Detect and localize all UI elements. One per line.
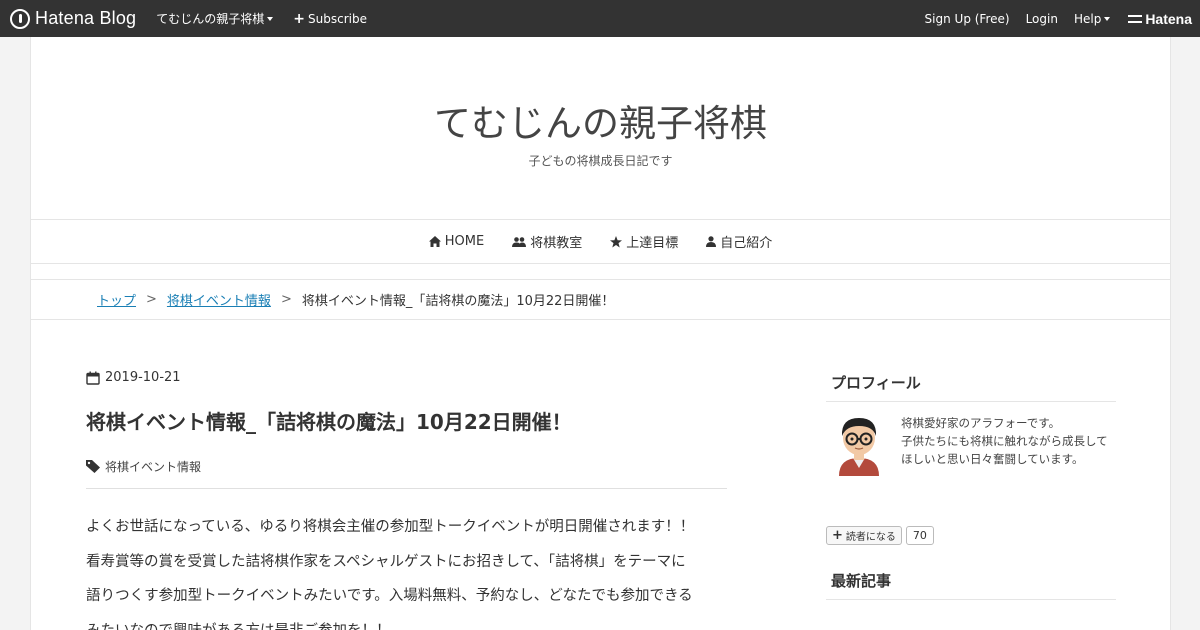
avatar[interactable]	[831, 412, 887, 476]
global-header: Hatena Blog てむじんの親子将棋 + Subscribe Sign U…	[0, 0, 1200, 37]
user-icon	[706, 236, 717, 247]
tag-icon	[86, 460, 100, 473]
entry-title[interactable]: 将棋イベント情報_「詰将棋の魔法」10月22日開催！	[86, 406, 727, 435]
blog-title[interactable]: てむじんの親子将棋	[31, 93, 1170, 147]
star-icon	[610, 235, 623, 247]
profile-text: 将棋愛好家のアラフォーです。 子供たちにも将棋に触れながら成長して ほしいと思い…	[901, 414, 1108, 476]
hatena-logo-text: Hatena	[1145, 10, 1192, 27]
nav-home-label: HOME	[444, 234, 485, 249]
profile-line: 将棋愛好家のアラフォーです。	[901, 416, 1061, 430]
breadcrumb-separator: >	[146, 292, 157, 307]
entry-body-line: 語りつくす参加型トークイベントみたいです。入場料無料、予約なし、どなたでも参加で…	[86, 588, 693, 604]
entry-body-line: よくお世話になっている、ゆるり将棋会主催の参加型トークイベントが明日開催されます…	[86, 519, 695, 535]
profile-widget-title: プロフィール	[826, 372, 1116, 402]
nav-classroom[interactable]: 将棋教室	[512, 232, 582, 251]
hatena-blog-icon	[10, 8, 30, 29]
profile-widget: 将棋愛好家のアラフォーです。 子供たちにも将棋に触れながら成長して ほしいと思い…	[831, 412, 1116, 476]
blog-description: 子どもの将棋成長日記です	[528, 154, 673, 168]
follower-count[interactable]: 70	[905, 526, 934, 545]
entry-body: よくお世話になっている、ゆるり将棋会主催の参加型トークイベントが明日開催されます…	[86, 510, 727, 630]
blog-menu[interactable]: てむじんの親子将棋	[156, 10, 274, 27]
nav-goal-label: 上達目標	[626, 236, 679, 251]
entry-date[interactable]: 2019-10-21	[86, 370, 181, 385]
caret-down-icon	[1104, 16, 1111, 21]
recent-widget-title: 最新記事	[826, 570, 1116, 600]
profile-line: ほしいと思い日々奮闘しています。	[901, 452, 1084, 466]
breadcrumb-current: 将棋イベント情報_「詰将棋の魔法」10月22日開催！	[301, 294, 615, 309]
follow-area: + 読者になる 70	[826, 526, 934, 545]
plus-icon: +	[832, 528, 843, 543]
calendar-icon	[86, 371, 100, 385]
blog-menu-label: てむじんの親子将棋	[156, 12, 265, 26]
nav-classroom-label: 将棋教室	[530, 236, 583, 251]
entry-category[interactable]: 将棋イベント情報	[86, 458, 201, 475]
hatena-blog-logo[interactable]: Hatena Blog	[10, 8, 136, 29]
help-label: Help	[1073, 11, 1102, 26]
home-icon	[428, 236, 441, 247]
profile-line: 子供たちにも将棋に触れながら成長して	[901, 434, 1108, 448]
nav-home[interactable]: HOME	[428, 234, 485, 249]
blog-page: てむじんの親子将棋 子どもの将棋成長日記です HOME 将棋教室 上達目標 自己…	[30, 37, 1171, 630]
global-nav: HOME 将棋教室 上達目標 自己紹介	[31, 219, 1170, 264]
topbar-right: Sign Up (Free) Login Help Hatena	[909, 11, 1192, 27]
breadcrumb-category[interactable]: 将棋イベント情報	[167, 290, 271, 309]
hatena-logo[interactable]: Hatena	[1128, 11, 1192, 27]
nav-spacer	[31, 264, 1170, 280]
brand-text: Hatena Blog	[35, 8, 137, 28]
signup-link[interactable]: Sign Up (Free)	[925, 12, 1010, 26]
caret-down-icon	[267, 16, 274, 21]
subscribe-button[interactable]: + Subscribe	[293, 11, 367, 27]
breadcrumb: トップ > 将棋イベント情報 > 将棋イベント情報_「詰将棋の魔法」10月22日…	[31, 280, 1170, 320]
nav-goal[interactable]: 上達目標	[610, 232, 678, 251]
entry-date-label: 2019-10-21	[105, 370, 181, 385]
breadcrumb-separator: >	[280, 292, 292, 307]
blog-header: てむじんの親子将棋 子どもの将棋成長日記です	[31, 37, 1170, 219]
entry-body-line: 看寿賞等の賞を受賞した詰将棋作家をスペシャルゲストにお招きして、「詰将棋」をテー…	[86, 553, 686, 570]
help-menu[interactable]: Help	[1073, 11, 1111, 26]
entry-divider	[86, 488, 727, 489]
entry-body-line: みたいなので興味がある方は是非ご参加を！！	[86, 614, 727, 630]
subscribe-label: Subscribe	[308, 11, 367, 26]
nav-profile-label: 自己紹介	[720, 236, 773, 251]
follow-button[interactable]: + 読者になる	[826, 526, 902, 545]
entry-category-label: 将棋イベント情報	[105, 460, 202, 474]
nav-profile[interactable]: 自己紹介	[706, 232, 772, 251]
breadcrumb-top[interactable]: トップ	[97, 290, 136, 309]
users-icon	[512, 236, 527, 247]
hatena-mark-icon	[1128, 14, 1143, 23]
follow-button-label: 読者になる	[845, 532, 896, 543]
plus-icon: +	[293, 10, 306, 27]
login-link[interactable]: Login	[1026, 12, 1058, 26]
